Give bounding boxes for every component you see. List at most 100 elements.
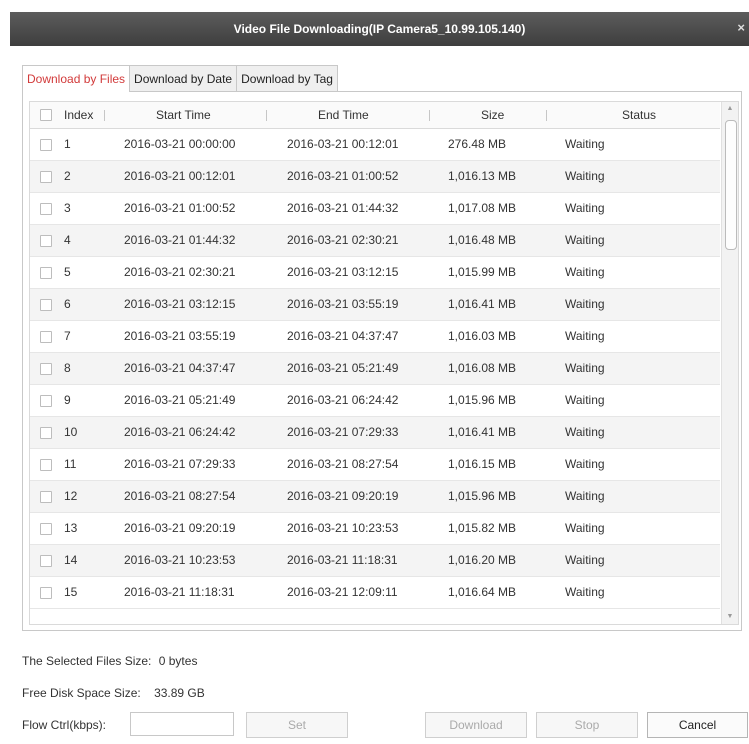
files-panel: Index Start Time End Time Size Status 12… <box>22 91 742 631</box>
set-button[interactable]: Set <box>246 712 348 738</box>
cell-index: 3 <box>64 201 71 215</box>
cell-start-time: 2016-03-21 10:23:53 <box>124 553 236 567</box>
row-checkbox[interactable] <box>40 395 52 407</box>
cell-index: 12 <box>64 489 78 503</box>
cell-size: 276.48 MB <box>448 137 507 151</box>
cell-end-time: 2016-03-21 11:18:31 <box>287 553 398 567</box>
cell-start-time: 2016-03-21 11:18:31 <box>124 585 235 599</box>
cell-start-time: 2016-03-21 00:12:01 <box>124 169 236 183</box>
row-checkbox[interactable] <box>40 139 52 151</box>
table-row[interactable]: 12 2016-03-21 08:27:54 2016-03-21 09:20:19… <box>30 481 720 513</box>
row-checkbox[interactable] <box>40 331 52 343</box>
table-row[interactable]: 10 2016-03-21 06:24:42 2016-03-21 07:29:33… <box>30 417 720 449</box>
cell-start-time: 2016-03-21 04:37:47 <box>124 361 236 375</box>
cell-size: 1,016.13 MB <box>448 169 517 183</box>
cell-end-time: 2016-03-21 08:27:54 <box>287 457 399 471</box>
column-divider[interactable] <box>546 110 547 121</box>
select-all-checkbox[interactable] <box>40 109 52 121</box>
cell-start-time: 2016-03-21 01:00:52 <box>124 201 236 215</box>
cell-status: Waiting <box>565 137 605 151</box>
column-divider[interactable] <box>266 110 267 121</box>
column-divider[interactable] <box>429 110 430 121</box>
row-checkbox[interactable] <box>40 459 52 471</box>
flow-ctrl-input[interactable] <box>130 712 234 736</box>
cell-index: 11 <box>64 457 77 471</box>
scroll-down-icon[interactable]: ▼ <box>722 610 738 624</box>
table-row[interactable]: 7 2016-03-21 03:55:19 2016-03-21 04:37:47 1… <box>30 321 720 353</box>
table-row[interactable]: 11 2016-03-21 07:29:33 2016-03-21 08:27:54… <box>30 449 720 481</box>
tab-download-by-files[interactable]: Download by Files <box>22 65 131 92</box>
vertical-scrollbar[interactable]: ▲ ▼ <box>721 102 738 624</box>
cell-index: 9 <box>64 393 71 407</box>
cell-end-time: 2016-03-21 02:30:21 <box>287 233 399 247</box>
table-row[interactable]: 8 2016-03-21 04:37:47 2016-03-21 05:21:49 1… <box>30 353 720 385</box>
row-checkbox[interactable] <box>40 555 52 567</box>
table-row[interactable]: 1 2016-03-21 00:00:00 2016-03-21 00:12:01 2… <box>30 129 720 161</box>
free-space-label: Free Disk Space Size: <box>22 686 141 700</box>
cell-end-time: 2016-03-21 06:24:42 <box>287 393 399 407</box>
cell-index: 4 <box>64 233 71 247</box>
cell-status: Waiting <box>565 265 605 279</box>
table-row[interactable]: 4 2016-03-21 01:44:32 2016-03-21 02:30:21 1… <box>30 225 720 257</box>
tab-download-by-date[interactable]: Download by Date <box>129 65 238 91</box>
cell-index: 7 <box>64 329 71 343</box>
cell-size: 1,015.96 MB <box>448 393 517 407</box>
cell-end-time: 2016-03-21 05:21:49 <box>287 361 399 375</box>
scrollbar-thumb[interactable] <box>725 120 737 250</box>
download-button[interactable]: Download <box>425 712 527 738</box>
cell-status: Waiting <box>565 425 605 439</box>
cell-end-time: 2016-03-21 03:12:15 <box>287 265 399 279</box>
table-row[interactable]: 13 2016-03-21 09:20:19 2016-03-21 10:23:53… <box>30 513 720 545</box>
row-checkbox[interactable] <box>40 171 52 183</box>
cell-start-time: 2016-03-21 08:27:54 <box>124 489 236 503</box>
cell-end-time: 2016-03-21 07:29:33 <box>287 425 399 439</box>
row-checkbox[interactable] <box>40 587 52 599</box>
column-header-start-time[interactable]: Start Time <box>156 102 211 128</box>
table-row[interactable]: 2 2016-03-21 00:12:01 2016-03-21 01:00:52 1… <box>30 161 720 193</box>
table-row[interactable]: 15 2016-03-21 11:18:31 2016-03-21 12:09:11… <box>30 577 720 609</box>
table-row[interactable]: 9 2016-03-21 05:21:49 2016-03-21 06:24:42 1… <box>30 385 720 417</box>
cell-start-time: 2016-03-21 06:24:42 <box>124 425 236 439</box>
column-header-end-time[interactable]: End Time <box>318 102 369 128</box>
row-checkbox[interactable] <box>40 427 52 439</box>
cell-index: 6 <box>64 297 71 311</box>
cell-index: 10 <box>64 425 78 439</box>
row-checkbox[interactable] <box>40 203 52 215</box>
table-row[interactable]: 5 2016-03-21 02:30:21 2016-03-21 03:12:15 1… <box>30 257 720 289</box>
column-header-status[interactable]: Status <box>622 102 656 128</box>
table-header: Index Start Time End Time Size Status <box>30 102 720 129</box>
row-checkbox[interactable] <box>40 491 52 503</box>
cell-size: 1,016.15 MB <box>448 457 517 471</box>
selected-size-value: 0 bytes <box>158 654 198 668</box>
tab-download-by-tag[interactable]: Download by Tag <box>236 65 338 91</box>
cancel-button[interactable]: Cancel <box>647 712 748 738</box>
cell-size: 1,016.41 MB <box>448 297 517 311</box>
table-body: 1 2016-03-21 00:00:00 2016-03-21 00:12:01 2… <box>30 129 720 609</box>
row-checkbox[interactable] <box>40 363 52 375</box>
cell-start-time: 2016-03-21 03:12:15 <box>124 297 236 311</box>
cell-end-time: 2016-03-21 09:20:19 <box>287 489 399 503</box>
column-header-size[interactable]: Size <box>481 102 504 128</box>
cell-start-time: 2016-03-21 03:55:19 <box>124 329 236 343</box>
cell-end-time: 2016-03-21 03:55:19 <box>287 297 399 311</box>
row-checkbox[interactable] <box>40 235 52 247</box>
scroll-up-icon[interactable]: ▲ <box>722 102 738 116</box>
column-header-index[interactable]: Index <box>64 102 93 128</box>
stop-button[interactable]: Stop <box>536 712 638 738</box>
row-checkbox[interactable] <box>40 299 52 311</box>
window-titlebar: Video File Downloading(IP Camera5_10.99.… <box>10 12 749 46</box>
cell-start-time: 2016-03-21 01:44:32 <box>124 233 236 247</box>
cell-status: Waiting <box>565 457 605 471</box>
table-row[interactable]: 6 2016-03-21 03:12:15 2016-03-21 03:55:19 1… <box>30 289 720 321</box>
table-row[interactable]: 14 2016-03-21 10:23:53 2016-03-21 11:18:31… <box>30 545 720 577</box>
cell-size: 1,016.20 MB <box>448 553 517 567</box>
close-icon[interactable]: × <box>737 20 745 35</box>
cell-index: 8 <box>64 361 71 375</box>
cell-status: Waiting <box>565 329 605 343</box>
selected-size-label: The Selected Files Size: <box>22 654 152 668</box>
cell-index: 14 <box>64 553 78 567</box>
row-checkbox[interactable] <box>40 523 52 535</box>
column-divider[interactable] <box>104 110 105 121</box>
row-checkbox[interactable] <box>40 267 52 279</box>
table-row[interactable]: 3 2016-03-21 01:00:52 2016-03-21 01:44:32 1… <box>30 193 720 225</box>
